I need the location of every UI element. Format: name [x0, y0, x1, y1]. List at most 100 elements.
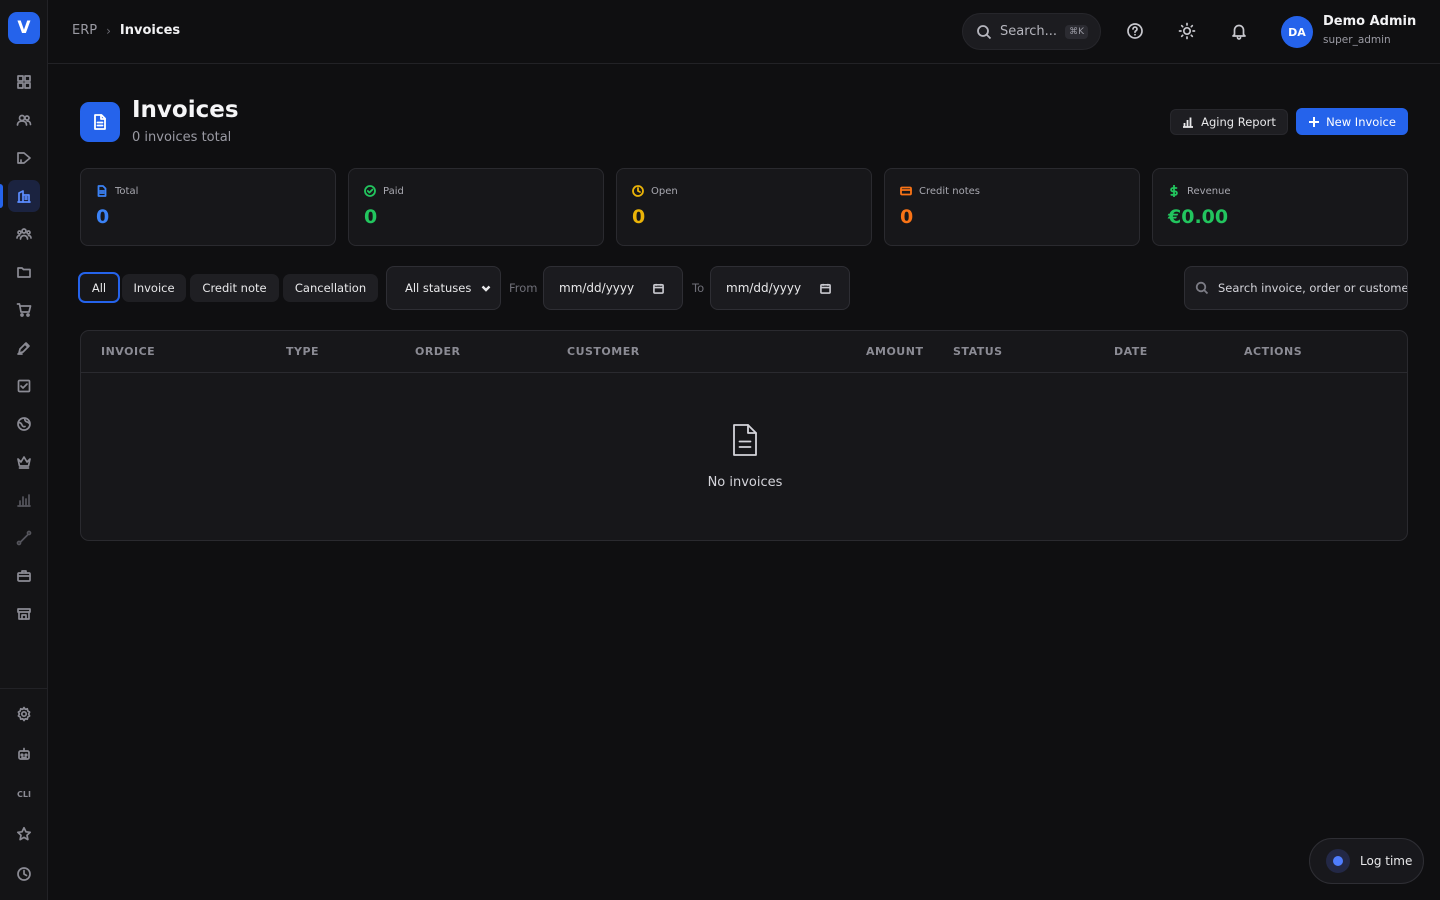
empty-state-text: No invoices — [707, 475, 783, 490]
bar-chart-icon — [1183, 117, 1194, 128]
user-name[interactable]: Demo Admin — [1323, 14, 1416, 29]
to-date-placeholder: mm/dd/yyyy — [726, 281, 802, 295]
column-header-type[interactable]: TYPE — [286, 345, 319, 358]
page-subtitle: 0 invoices total — [132, 130, 232, 145]
clock-icon[interactable] — [8, 858, 40, 890]
from-date-placeholder: mm/dd/yyyy — [559, 281, 635, 295]
search-icon — [977, 24, 992, 39]
column-header-actions: ACTIONS — [1244, 345, 1303, 358]
search-shortcut: ⌘K — [1065, 24, 1088, 39]
stat-card-revenue: Revenue €0.00 — [1152, 168, 1408, 246]
bot-icon[interactable] — [8, 738, 40, 770]
page-title: Invoices — [132, 97, 239, 123]
filter-tab-invoice[interactable]: Invoice — [122, 274, 186, 302]
stat-label: Open — [651, 185, 678, 197]
app-logo[interactable]: V — [8, 12, 40, 44]
global-search-placeholder: Search... — [1000, 24, 1058, 39]
plus-icon — [1309, 116, 1320, 127]
pen-icon[interactable] — [8, 332, 40, 364]
team-icon[interactable] — [8, 218, 40, 250]
stat-label: Revenue — [1187, 185, 1231, 197]
settings-icon[interactable] — [8, 698, 40, 730]
stat-label: Total — [115, 185, 139, 197]
bell-icon[interactable] — [1228, 20, 1250, 42]
log-time-label: Log time — [1360, 854, 1413, 868]
chevron-right-icon: › — [106, 23, 111, 38]
contacts-icon[interactable] — [8, 104, 40, 136]
stat-card-open: Open 0 — [616, 168, 872, 246]
column-header-status[interactable]: STATUS — [953, 345, 1003, 358]
status-select-value: All statuses — [405, 281, 472, 295]
cart-icon[interactable] — [8, 294, 40, 326]
stat-value: 0 — [364, 206, 378, 228]
stat-card-total: Total 0 — [80, 168, 336, 246]
sidebar: V CLI — [0, 0, 48, 900]
from-label: From — [509, 281, 538, 295]
global-search[interactable]: Search... ⌘K — [962, 13, 1101, 50]
filter-tab-cancellation[interactable]: Cancellation — [283, 274, 378, 302]
stat-value: 0 — [900, 206, 914, 228]
marketing-icon[interactable] — [8, 142, 40, 174]
top-bar: ERP › Invoices Search... ⌘K DA Demo Admi… — [48, 0, 1440, 64]
search-icon — [1195, 281, 1209, 295]
breadcrumb: ERP › Invoices — [72, 23, 180, 38]
document-icon — [97, 185, 107, 197]
column-header-invoice[interactable]: INVOICE — [101, 345, 155, 358]
document-icon — [80, 102, 120, 142]
user-role: super_admin — [1323, 34, 1391, 46]
column-header-amount[interactable]: AMOUNT — [866, 345, 923, 358]
chevron-down-icon — [481, 285, 491, 292]
erp-icon[interactable] — [8, 180, 40, 212]
stat-card-credit-notes: Credit notes 0 — [884, 168, 1140, 246]
timer-icon — [1326, 849, 1350, 873]
route-icon[interactable] — [8, 522, 40, 554]
help-icon[interactable] — [1124, 20, 1146, 42]
invoice-search-input[interactable]: Search invoice, order or customer... — [1184, 266, 1408, 310]
stat-value: 0 — [632, 206, 646, 228]
avatar[interactable]: DA — [1281, 16, 1313, 48]
store-icon[interactable] — [8, 598, 40, 630]
briefcase-icon[interactable] — [8, 560, 40, 592]
log-time-button[interactable]: Log time — [1309, 838, 1424, 884]
to-date-input[interactable]: mm/dd/yyyy — [710, 266, 850, 310]
to-label: To — [692, 281, 705, 295]
sun-icon[interactable] — [1176, 20, 1198, 42]
column-header-date[interactable]: DATE — [1114, 345, 1148, 358]
folder-icon[interactable] — [8, 256, 40, 288]
stat-value: €0.00 — [1168, 206, 1229, 228]
tasks-icon[interactable] — [8, 370, 40, 402]
stat-label: Credit notes — [919, 185, 980, 197]
active-indicator — [0, 184, 3, 208]
filter-tab-all[interactable]: All — [78, 272, 120, 303]
calendar-icon[interactable] — [820, 283, 831, 294]
column-header-order[interactable]: ORDER — [415, 345, 460, 358]
sidebar-divider — [0, 688, 48, 689]
stat-label: Paid — [383, 185, 404, 197]
aging-report-label: Aging Report — [1201, 115, 1276, 129]
breadcrumb-root[interactable]: ERP — [72, 23, 97, 38]
globe-icon[interactable] — [8, 408, 40, 440]
filter-tab-credit-note[interactable]: Credit note — [190, 274, 279, 302]
dashboard-icon[interactable] — [8, 66, 40, 98]
from-date-input[interactable]: mm/dd/yyyy — [543, 266, 683, 310]
clock-icon — [632, 185, 644, 197]
cli-icon[interactable]: CLI — [8, 778, 40, 810]
status-select[interactable]: All statuses — [386, 266, 501, 310]
star-icon[interactable] — [8, 818, 40, 850]
new-invoice-button[interactable]: New Invoice — [1296, 108, 1408, 135]
new-invoice-label: New Invoice — [1326, 114, 1396, 129]
crown-icon[interactable] — [8, 446, 40, 478]
empty-document-icon — [729, 423, 761, 457]
calendar-icon[interactable] — [653, 283, 664, 294]
stat-card-paid: Paid 0 — [348, 168, 604, 246]
stat-value: 0 — [96, 206, 110, 228]
invoice-search-placeholder: Search invoice, order or customer... — [1218, 281, 1408, 295]
breadcrumb-current: Invoices — [119, 23, 181, 38]
chart-icon[interactable] — [8, 484, 40, 516]
dollar-icon — [1170, 185, 1178, 197]
table-header: INVOICE TYPE ORDER CUSTOMER AMOUNT STATU… — [81, 331, 1407, 373]
check-circle-icon — [364, 185, 376, 197]
aging-report-button[interactable]: Aging Report — [1170, 109, 1288, 135]
column-header-customer[interactable]: CUSTOMER — [567, 345, 640, 358]
invoices-table: INVOICE TYPE ORDER CUSTOMER AMOUNT STATU… — [80, 330, 1408, 541]
